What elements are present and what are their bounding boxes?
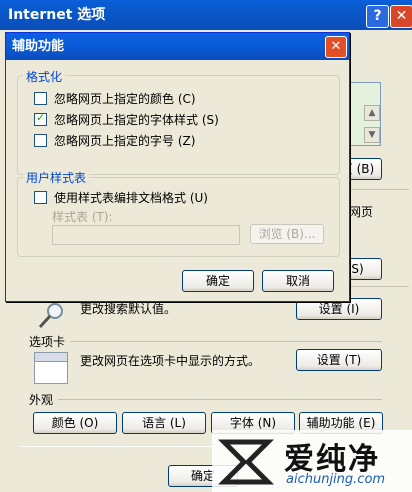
history-text-partial: 网页 — [349, 205, 374, 219]
ignore-font-styles-label[interactable]: 忽略网页上指定的字体样式 (S) — [54, 111, 219, 128]
user-stylesheet-group-label: 用户样式表 — [23, 169, 90, 186]
watermark-url: aichunjing.com — [286, 472, 386, 487]
use-stylesheet-label[interactable]: 使用样式表编排文档格式 (U) — [54, 189, 208, 206]
dialog-title: 辅助功能 — [12, 39, 65, 54]
tabs-settings-text: 更改网页在选项卡中显示的方式。 — [80, 354, 261, 368]
languages-button[interactable]: 语言 (L) — [122, 412, 206, 434]
ignore-font-styles-checkbox[interactable] — [34, 111, 47, 126]
stylesheet-path-label: 样式表 (T): — [52, 210, 113, 224]
formatting-group-label: 格式化 — [23, 68, 66, 85]
watermark: 爱纯净 aichunjing.com — [212, 430, 412, 492]
ignore-font-sizes-label[interactable]: 忽略网页上指定的字号 (Z) — [54, 132, 195, 149]
internet-options-titlebar: Internet 选项 ? ✕ — [0, 0, 412, 30]
ignore-colors-checkbox[interactable] — [34, 92, 47, 105]
colors-button[interactable]: 颜色 (O) — [33, 412, 117, 434]
tabs-icon — [34, 352, 68, 384]
search-magnifier-icon — [36, 300, 66, 330]
watermark-logo-icon — [218, 439, 274, 485]
tabs-settings-button[interactable]: 设置 (T) — [296, 349, 382, 371]
window-title: Internet 选项 — [8, 7, 106, 23]
browse-button[interactable]: 浏览 (B)... — [250, 224, 324, 244]
scroll-down-icon[interactable]: ▼ — [364, 127, 380, 143]
dialog-ok-button[interactable]: 确定 — [182, 270, 254, 292]
dialog-titlebar: 辅助功能 ✕ — [6, 33, 349, 60]
tabs-section-heading: 选项卡 — [29, 335, 66, 349]
ignore-colors-label[interactable]: 忽略网页上指定的颜色 (C) — [54, 90, 196, 107]
accessibility-dialog: 辅助功能 ✕ 格式化 忽略网页上指定的颜色 (C) 忽略网页上指定的字体样式 (… — [5, 32, 350, 302]
window-close-button[interactable]: ✕ — [390, 5, 412, 28]
ignore-font-sizes-checkbox[interactable] — [34, 134, 47, 147]
help-button[interactable]: ? — [366, 5, 389, 28]
dialog-cancel-button[interactable]: 取消 — [262, 270, 334, 292]
dialog-close-button[interactable]: ✕ — [325, 36, 347, 58]
scroll-up-icon[interactable]: ▲ — [364, 105, 380, 121]
use-stylesheet-checkbox[interactable] — [34, 191, 47, 204]
appearance-section-heading: 外观 — [29, 393, 54, 407]
search-settings-text: 更改搜索默认值。 — [80, 302, 177, 316]
stylesheet-path-input[interactable] — [52, 225, 240, 245]
